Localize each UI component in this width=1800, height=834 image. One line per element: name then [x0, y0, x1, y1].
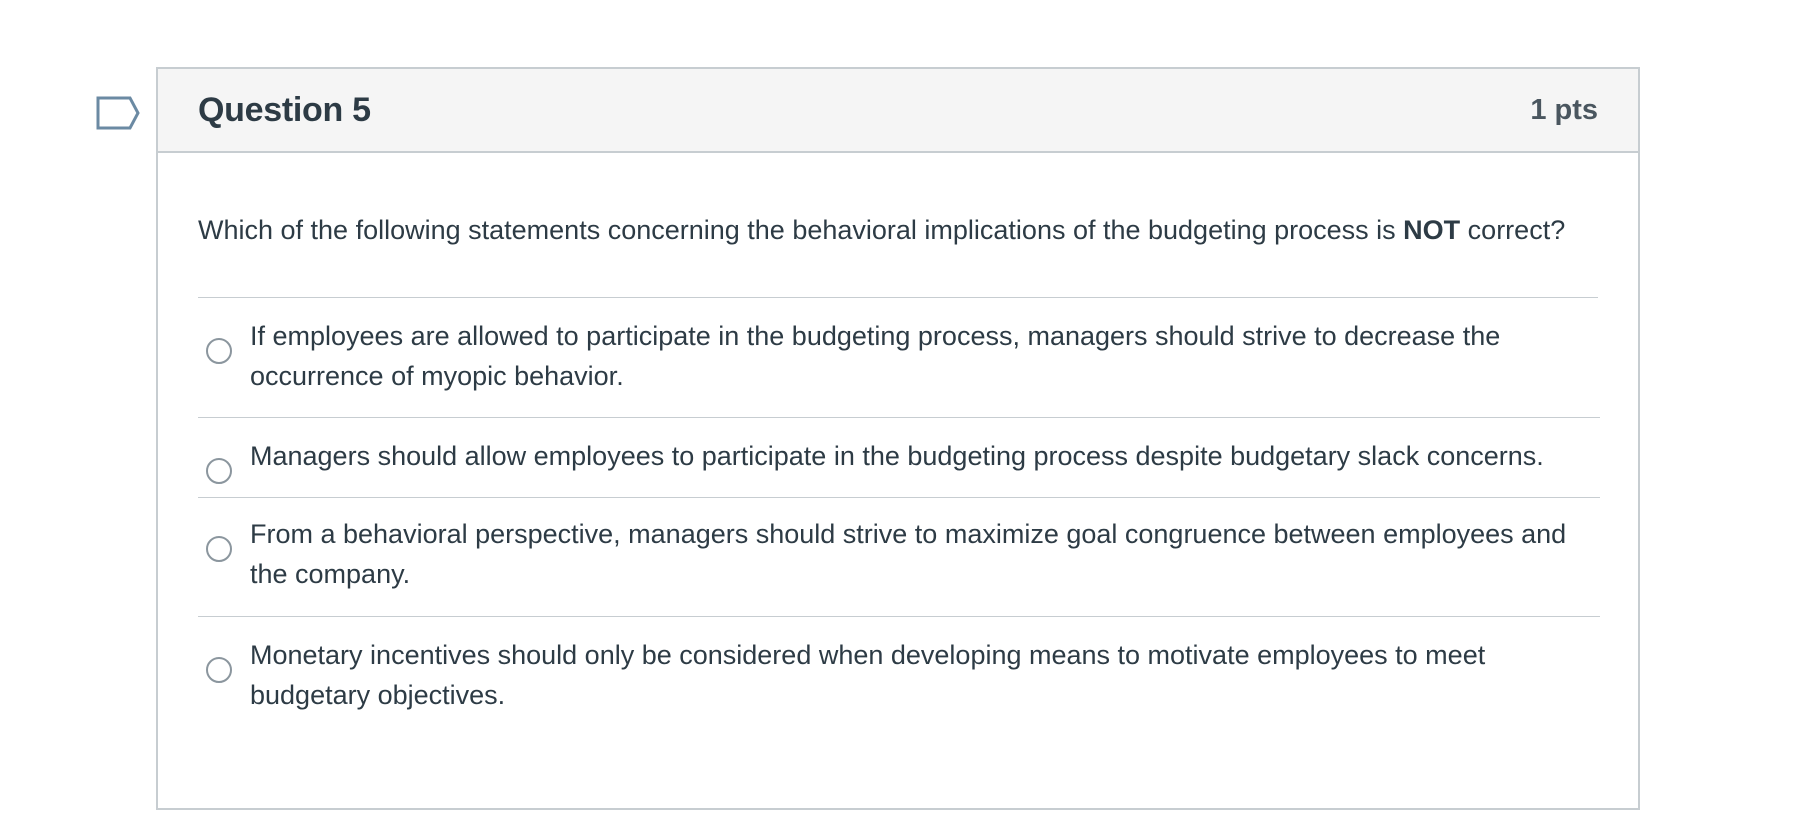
answer-option-2[interactable]: Managers should allow employees to parti…	[198, 418, 1600, 498]
question-text-start: Which of the following statements concer…	[198, 215, 1404, 245]
radio-button-1[interactable]	[206, 338, 232, 364]
answer-option-4[interactable]: Monetary incentives should only be consi…	[198, 617, 1600, 737]
radio-button-4[interactable]	[206, 657, 232, 683]
answer-label-2: Managers should allow employees to parti…	[250, 441, 1544, 471]
answer-label-3: From a behavioral perspective, managers …	[250, 519, 1567, 589]
answer-option-3[interactable]: From a behavioral perspective, managers …	[198, 498, 1600, 617]
answer-label-1: If employees are allowed to participate …	[250, 321, 1501, 391]
radio-button-3[interactable]	[206, 536, 232, 562]
answer-option-1[interactable]: If employees are allowed to participate …	[198, 298, 1600, 418]
question-text: Which of the following statements concer…	[198, 209, 1598, 298]
question-text-end: correct?	[1460, 215, 1566, 245]
answer-list: If employees are allowed to participate …	[198, 298, 1600, 737]
question-points: 1 pts	[1530, 93, 1598, 126]
answer-label-4: Monetary incentives should only be consi…	[250, 640, 1486, 710]
radio-button-2[interactable]	[206, 458, 232, 484]
flag-question-icon[interactable]	[96, 96, 140, 130]
question-body: Which of the following statements concer…	[158, 209, 1638, 737]
question-card: Question 5 1 pts Which of the following …	[156, 67, 1640, 810]
question-text-emphasis: NOT	[1403, 215, 1461, 245]
question-title: Question 5	[198, 90, 371, 129]
question-header: Question 5 1 pts	[158, 69, 1638, 153]
